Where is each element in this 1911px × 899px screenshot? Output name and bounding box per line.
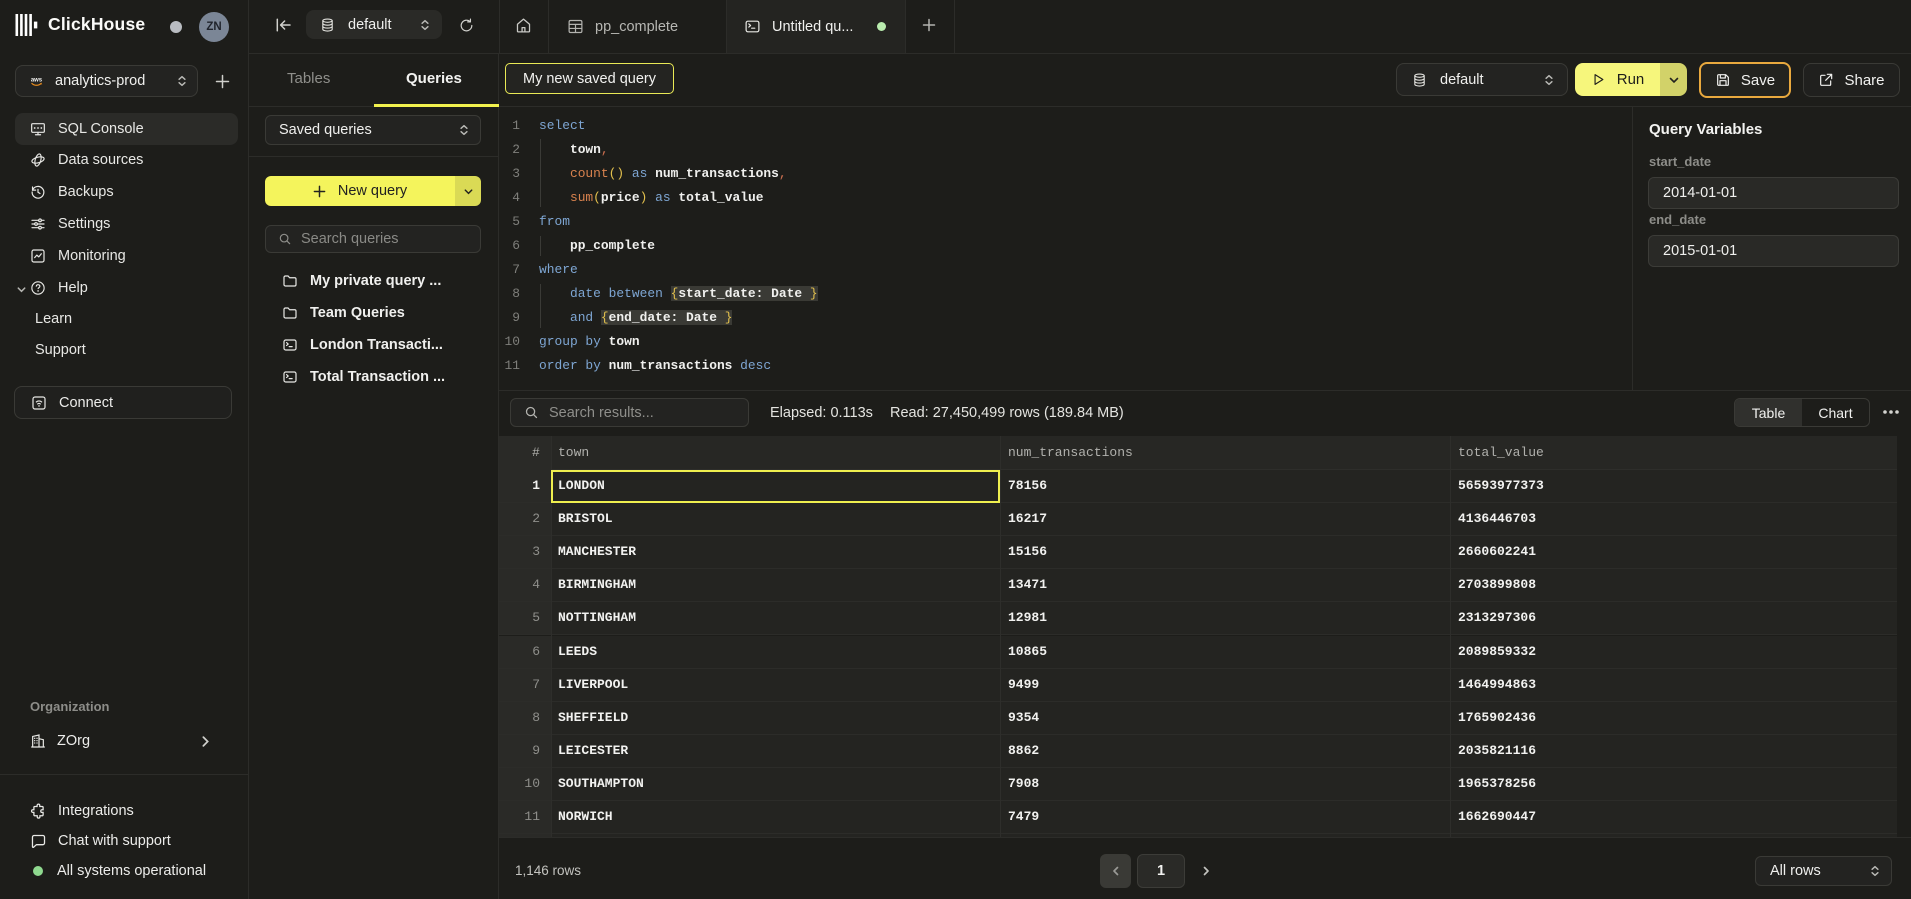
svg-text:aws: aws <box>31 77 43 83</box>
